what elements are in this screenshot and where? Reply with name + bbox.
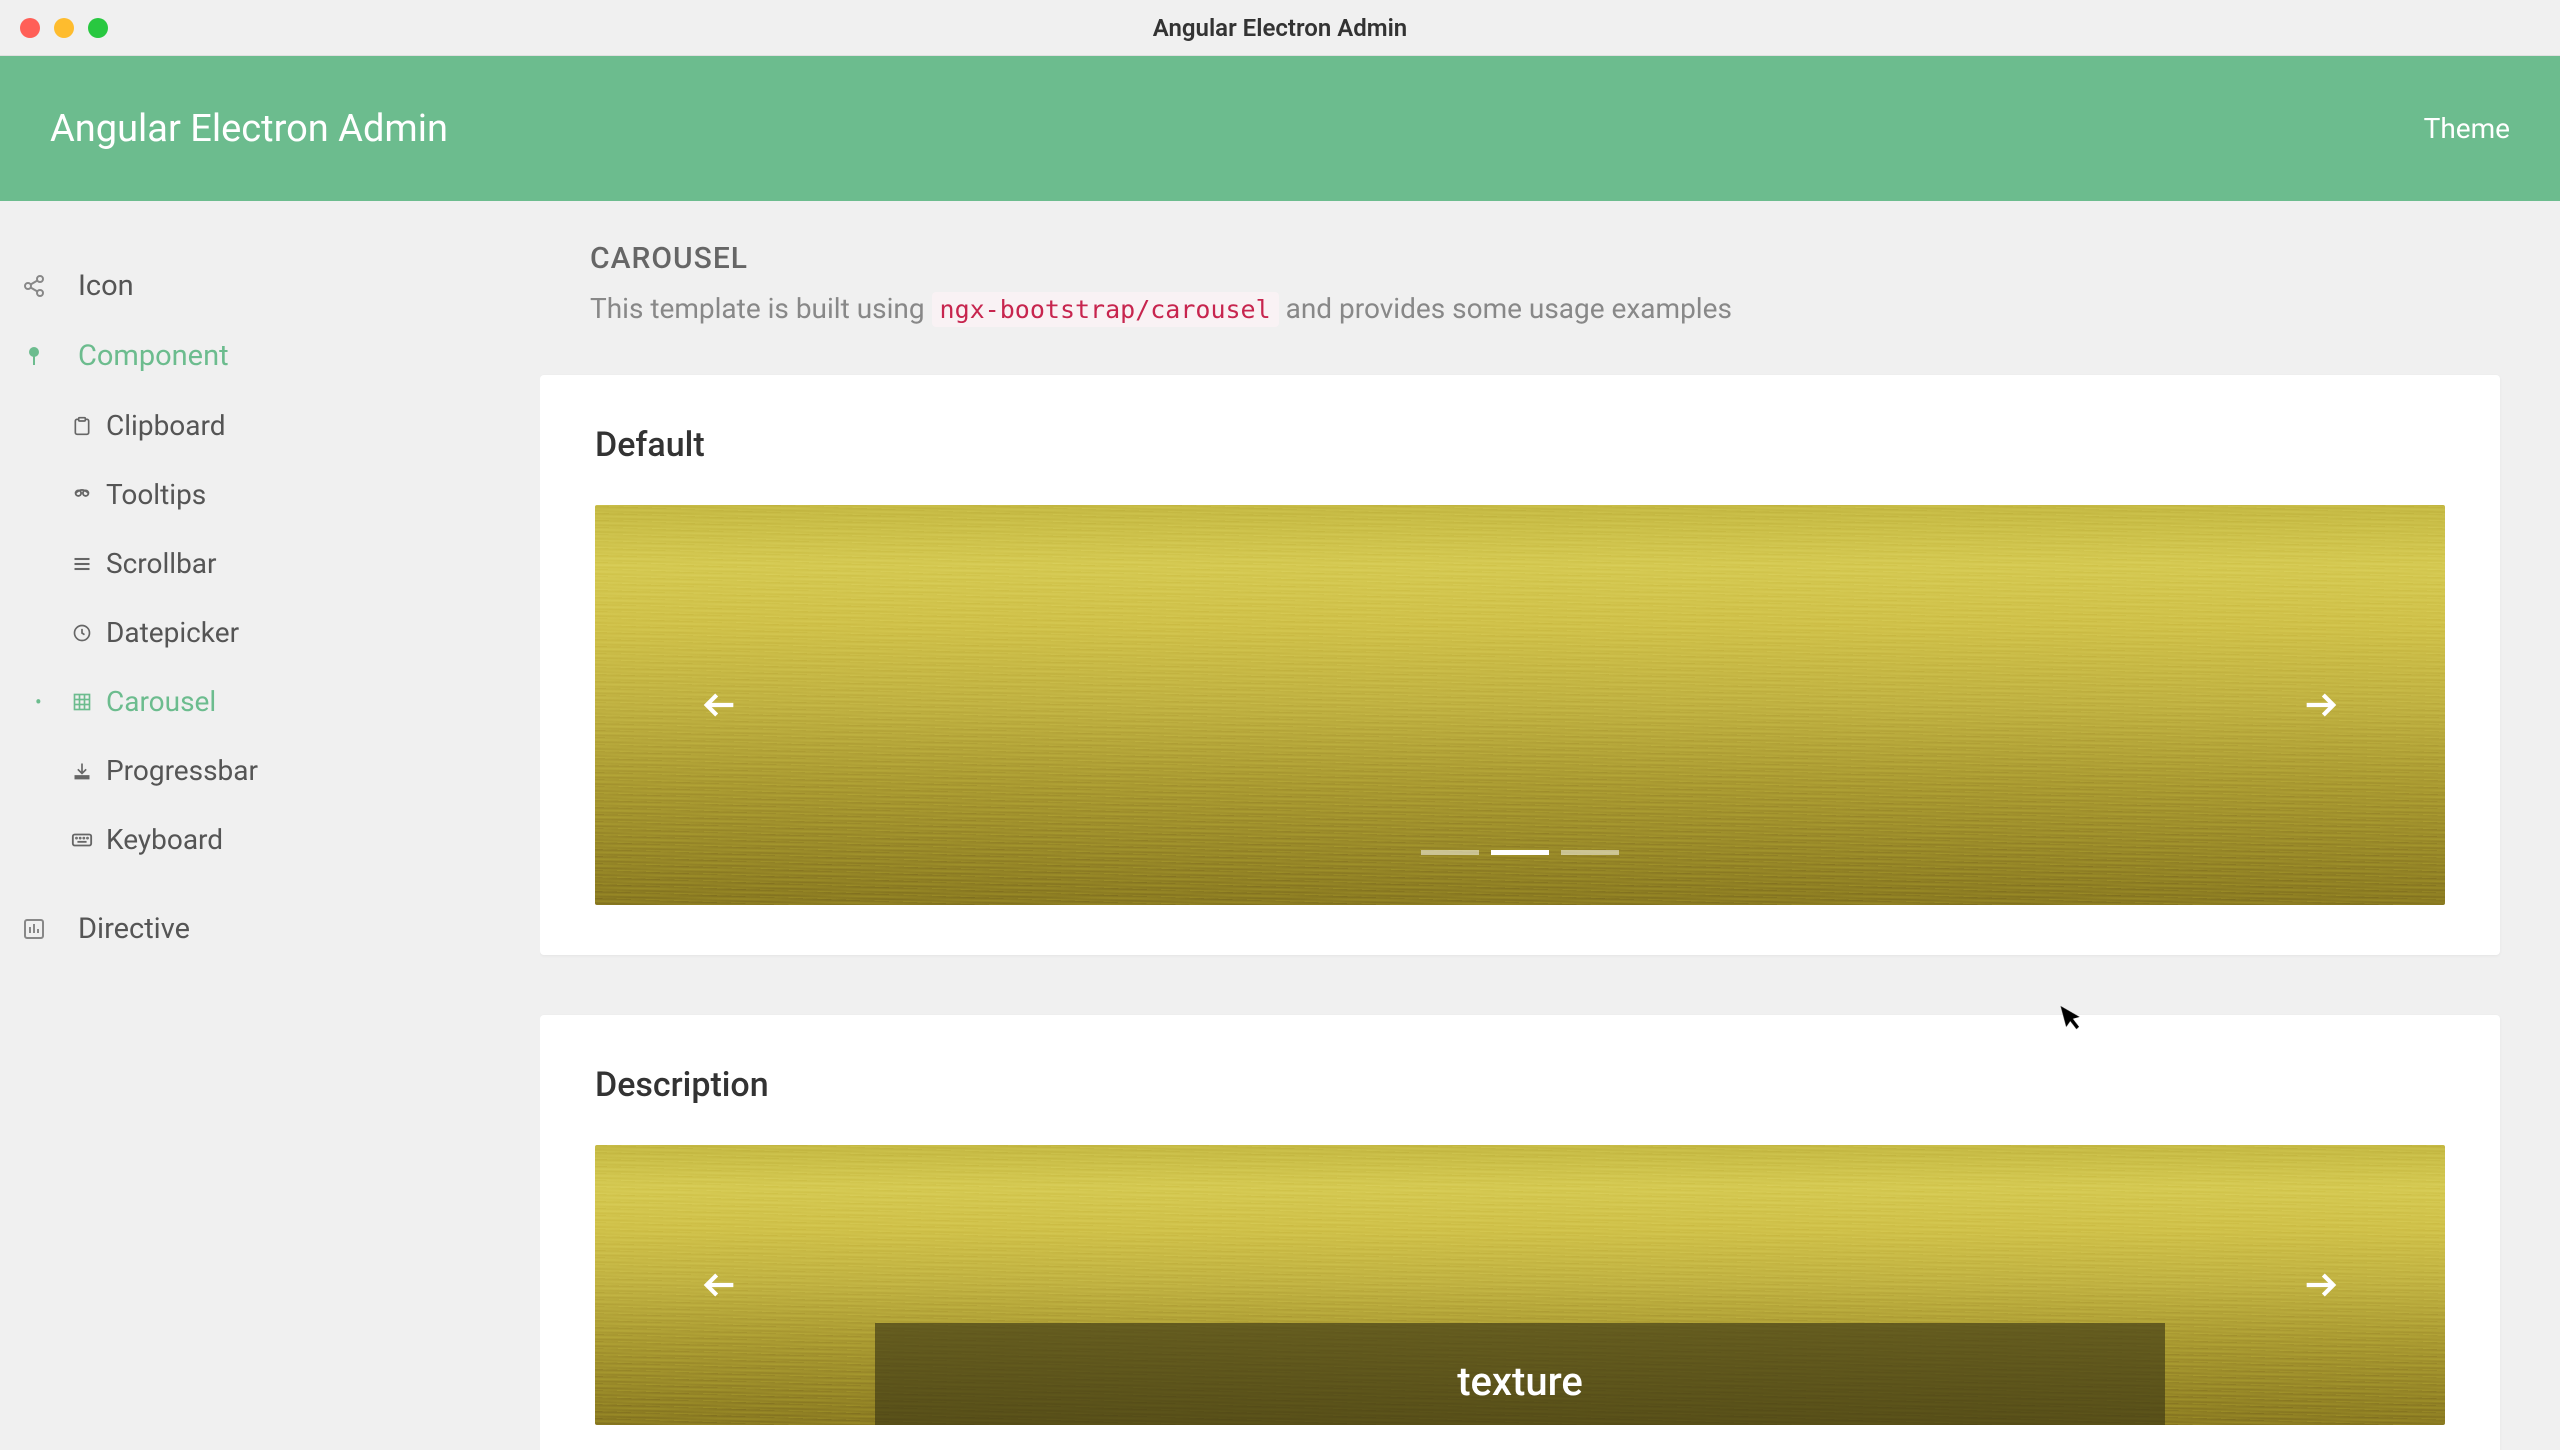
sidebar-sub-label: Tooltips bbox=[106, 478, 206, 511]
sidebar-sub-label: Datepicker bbox=[106, 616, 239, 649]
sidebar-sub-clipboard[interactable]: Clipboard bbox=[0, 391, 540, 460]
share-icon bbox=[20, 272, 48, 300]
carousel-caption: texture bbox=[875, 1323, 2165, 1425]
subtitle-code: ngx-bootstrap/carousel bbox=[932, 292, 1279, 327]
header-title: Angular Electron Admin bbox=[50, 107, 448, 151]
sidebar-sub-carousel[interactable]: Carousel bbox=[0, 667, 540, 736]
card-default: Default bbox=[540, 375, 2500, 955]
sidebar-sub-label: Keyboard bbox=[106, 823, 223, 856]
carousel-slide-image bbox=[595, 505, 2445, 905]
carousel-prev-button[interactable] bbox=[685, 1250, 755, 1320]
sidebar-sub-scrollbar[interactable]: Scrollbar bbox=[0, 529, 540, 598]
carousel-description: texture bbox=[595, 1145, 2445, 1425]
keyboard-icon bbox=[70, 828, 94, 852]
sidebar: Icon Component Clipboard Tooltips bbox=[0, 201, 540, 1450]
caption-title: texture bbox=[915, 1358, 2125, 1405]
carousel-next-button[interactable] bbox=[2285, 1250, 2355, 1320]
clock-icon bbox=[70, 621, 94, 645]
sidebar-item-label: Directive bbox=[78, 912, 190, 946]
pin-icon bbox=[20, 342, 48, 370]
carousel-indicator-1[interactable] bbox=[1491, 850, 1549, 855]
sidebar-sub-progressbar[interactable]: Progressbar bbox=[0, 736, 540, 805]
sidebar-item-label: Icon bbox=[78, 269, 134, 303]
clipboard-icon bbox=[70, 414, 94, 438]
sidebar-item-icon[interactable]: Icon bbox=[0, 251, 540, 321]
download-icon bbox=[70, 759, 94, 783]
card-title-default: Default bbox=[595, 425, 2445, 465]
page-subtitle: This template is built using ngx-bootstr… bbox=[590, 292, 2500, 325]
main-content: CAROUSEL This template is built using ng… bbox=[540, 201, 2560, 1450]
theme-button[interactable]: Theme bbox=[2424, 112, 2510, 145]
sidebar-sub-label: Scrollbar bbox=[106, 547, 217, 580]
carousel-default bbox=[595, 505, 2445, 905]
sidebar-item-component[interactable]: Component bbox=[0, 321, 540, 391]
traffic-lights bbox=[20, 18, 108, 38]
carousel-indicator-0[interactable] bbox=[1421, 850, 1479, 855]
sidebar-sub-label: Carousel bbox=[106, 685, 216, 718]
titlebar: Angular Electron Admin bbox=[0, 0, 2560, 56]
page-title: CAROUSEL bbox=[590, 241, 2500, 276]
carousel-prev-button[interactable] bbox=[685, 670, 755, 740]
maximize-window-button[interactable] bbox=[88, 18, 108, 38]
subtitle-before: This template is built using bbox=[590, 292, 932, 325]
subtitle-after: and provides some usage examples bbox=[1279, 292, 1732, 325]
grid-icon bbox=[70, 690, 94, 714]
carousel-indicators bbox=[1421, 850, 1619, 855]
chart-icon bbox=[20, 915, 48, 943]
card-title-description: Description bbox=[595, 1065, 2445, 1105]
sidebar-item-label: Component bbox=[78, 339, 229, 373]
sidebar-sub-tooltips[interactable]: Tooltips bbox=[0, 460, 540, 529]
carousel-next-button[interactable] bbox=[2285, 670, 2355, 740]
sidebar-item-directive[interactable]: Directive bbox=[0, 894, 540, 964]
close-window-button[interactable] bbox=[20, 18, 40, 38]
window-title: Angular Electron Admin bbox=[1153, 14, 1407, 42]
sidebar-sub-keyboard[interactable]: Keyboard bbox=[0, 805, 540, 874]
sidebar-sub-label: Progressbar bbox=[106, 754, 258, 787]
lines-icon bbox=[70, 552, 94, 576]
carousel-indicator-2[interactable] bbox=[1561, 850, 1619, 855]
sidebar-sub-label: Clipboard bbox=[106, 409, 226, 442]
card-description: Description texture bbox=[540, 1015, 2500, 1450]
minimize-window-button[interactable] bbox=[54, 18, 74, 38]
sidebar-sub-datepicker[interactable]: Datepicker bbox=[0, 598, 540, 667]
app-header: Angular Electron Admin Theme bbox=[0, 56, 2560, 201]
trip-icon bbox=[70, 483, 94, 507]
